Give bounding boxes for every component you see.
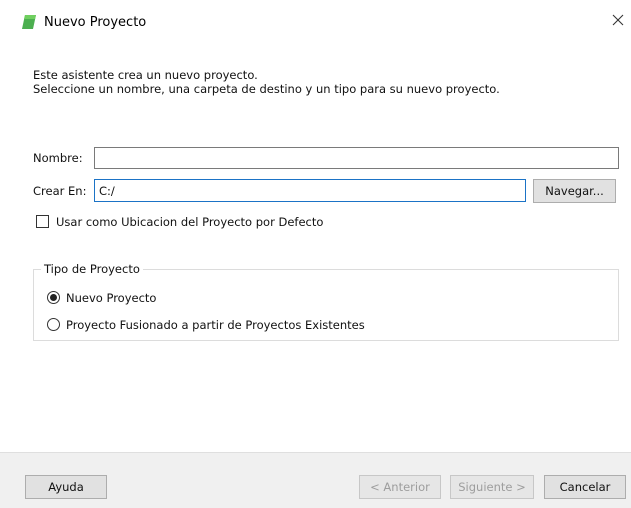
cancel-button[interactable]: Cancelar: [544, 475, 626, 499]
intro-text: Este asistente crea un nuevo proyecto. S…: [33, 68, 500, 96]
dialog-footer: Ayuda < Anterior Siguiente > Cancelar: [0, 452, 631, 508]
radio-selected-dot: [50, 294, 57, 301]
intro-line-2: Seleccione un nombre, una carpeta de des…: [33, 82, 500, 96]
project-type-legend: Tipo de Proyecto: [41, 262, 143, 276]
title-bar: Nuevo Proyecto: [0, 0, 631, 36]
radio-new-project-label[interactable]: Nuevo Proyecto: [66, 291, 156, 305]
close-icon: [612, 14, 624, 29]
window-title: Nuevo Proyecto: [44, 15, 147, 30]
default-location-checkbox[interactable]: [36, 215, 49, 228]
radio-new-project[interactable]: [47, 291, 60, 304]
radio-merged-project[interactable]: [47, 318, 60, 331]
back-button[interactable]: < Anterior: [359, 475, 441, 499]
radio-merged-project-label[interactable]: Proyecto Fusionado a partir de Proyectos…: [66, 318, 365, 332]
next-button[interactable]: Siguiente >: [450, 475, 534, 499]
help-button[interactable]: Ayuda: [25, 475, 107, 499]
location-label: Crear En:: [33, 184, 87, 198]
browse-button[interactable]: Navegar...: [533, 179, 616, 203]
name-label: Nombre:: [33, 151, 83, 165]
project-app-icon: [22, 15, 36, 29]
location-field[interactable]: [94, 179, 526, 202]
intro-line-1: Este asistente crea un nuevo proyecto.: [33, 68, 258, 82]
close-button[interactable]: [604, 8, 631, 34]
default-location-label[interactable]: Usar como Ubicacion del Proyecto por Def…: [56, 215, 323, 229]
new-project-dialog: Nuevo Proyecto Este asistente crea un nu…: [0, 0, 631, 508]
name-field[interactable]: [94, 147, 619, 169]
